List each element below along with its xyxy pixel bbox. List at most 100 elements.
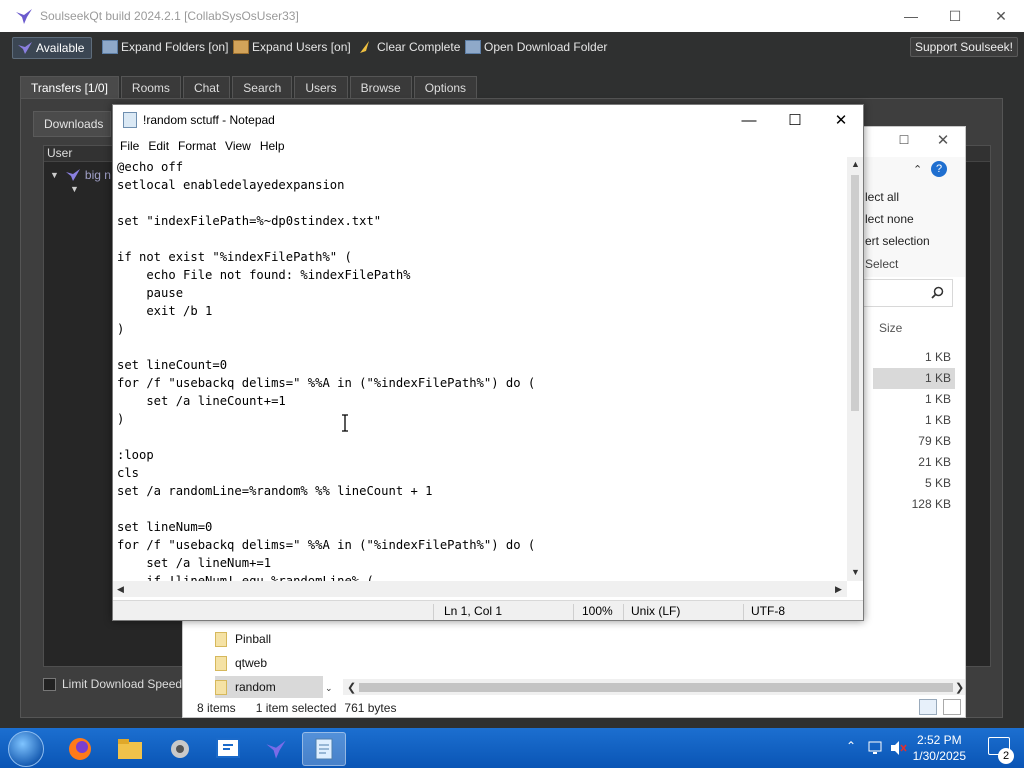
close-button[interactable]: ✕ [978,0,1024,32]
tab-search[interactable]: Search [232,76,293,98]
menu-file[interactable]: File [120,139,139,153]
expand-arrow-icon[interactable]: ▼ [70,184,79,194]
maximize-button[interactable]: ☐ [772,105,818,135]
tab-transfers[interactable]: Transfers [1/0] [20,76,119,98]
large-icons-view-icon[interactable] [943,699,961,715]
editor-line[interactable]: :loop [117,446,847,464]
clock[interactable]: 2:52 PM 1/30/2025 [913,732,966,764]
vertical-scroll-thumb[interactable] [851,175,859,411]
file-size[interactable]: 1 KB [873,389,955,410]
scroll-left-icon[interactable]: ◀ [117,584,124,595]
limit-speed-checkbox[interactable] [43,677,56,691]
minimize-button[interactable]: — [888,0,934,32]
editor-line[interactable] [117,194,847,212]
editor-line[interactable]: ) [117,410,847,428]
firefox-icon[interactable] [58,732,102,766]
minimize-button[interactable]: — [726,105,772,135]
editor-line[interactable]: set "indexFilePath=%~dp0stindex.txt" [117,212,847,230]
column-size[interactable]: Size [879,321,902,335]
clear-complete-label: Clear Complete [377,40,461,54]
scroll-down-icon[interactable]: ▼ [851,567,860,577]
editor-line[interactable]: setlocal enabledelayedexpansion [117,176,847,194]
file-explorer-icon[interactable] [108,732,152,766]
show-hidden-icons-icon[interactable]: ⌃ [846,739,856,753]
file-size[interactable]: 21 KB [873,452,955,473]
maximize-button[interactable]: ☐ [892,133,916,153]
scroll-down-icon[interactable]: ⌄ [325,683,333,694]
text-editor[interactable]: @echo off setlocal enabledelayedexpansion… [113,157,847,585]
file-size[interactable]: 1 KB [873,368,955,389]
available-button[interactable]: Available [12,37,92,59]
editor-line[interactable]: if not exist "%indexFilePath%" ( [117,248,847,266]
menu-edit[interactable]: Edit [148,139,169,153]
tab-users[interactable]: Users [294,76,348,98]
editor-content[interactable]: @echo off setlocal enabledelayedexpansion… [113,157,847,585]
file-size[interactable]: 1 KB [873,347,955,368]
start-button[interactable] [8,731,44,767]
editor-line[interactable]: for /f "usebackq delims=" %%A in ("%inde… [117,374,847,392]
scroll-right-icon[interactable]: ❯ [955,681,964,694]
expand-users-button[interactable]: Expand Users [on] [229,36,355,58]
editor-line[interactable] [117,230,847,248]
scroll-right-icon[interactable]: ▶ [835,584,842,595]
nav-item-pinball[interactable]: Pinball [215,628,271,650]
menu-format[interactable]: Format [178,139,216,153]
search-box[interactable] [863,279,953,307]
editor-line[interactable] [117,338,847,356]
nav-item-random[interactable]: random [215,676,323,698]
editor-line[interactable]: set lineCount=0 [117,356,847,374]
remote-app-icon[interactable] [206,732,250,766]
select-all-button[interactable]: lect all [865,190,899,204]
tab-options[interactable]: Options [413,76,478,98]
maximize-button[interactable]: ☐ [932,0,978,32]
limit-download-speed[interactable]: Limit Download Speed to [43,677,195,691]
editor-line[interactable]: set lineNum=0 [117,518,847,536]
editor-line[interactable]: @echo off [117,158,847,176]
scroll-left-icon[interactable]: ❮ [347,681,356,694]
editor-line[interactable] [117,500,847,518]
file-size[interactable]: 79 KB [873,431,955,452]
editor-line[interactable]: set /a randomLine=%random% %% lineCount … [117,482,847,500]
horizontal-scrollbar[interactable] [113,581,847,597]
notepad-icon[interactable] [302,732,346,766]
volume-muted-icon[interactable] [890,740,908,756]
menu-help[interactable]: Help [260,139,285,153]
editor-line[interactable]: ) [117,320,847,338]
details-view-icon[interactable] [919,699,937,715]
editor-line[interactable]: set /a lineNum+=1 [117,554,847,572]
tab-downloads[interactable]: Downloads [33,111,111,137]
close-button[interactable]: ✕ [818,105,864,135]
editor-line[interactable]: pause [117,284,847,302]
tab-chat[interactable]: Chat [182,76,231,98]
nav-item-qtweb[interactable]: qtweb [215,652,267,674]
editor-line[interactable]: set /a lineCount+=1 [117,392,847,410]
tab-browse[interactable]: Browse [349,76,412,98]
expand-arrow-icon[interactable]: ▼ [50,170,59,180]
soulseek-icon[interactable] [254,732,298,766]
invert-selection-button[interactable]: ert selection [865,234,930,248]
select-none-button[interactable]: lect none [865,212,914,226]
settings-icon[interactable] [158,732,202,766]
editor-line[interactable]: cls [117,464,847,482]
network-icon[interactable] [868,740,886,756]
file-size[interactable]: 1 KB [873,410,955,431]
file-size[interactable]: 128 KB [873,494,955,515]
collapse-ribbon-icon[interactable]: ⌃ [913,163,922,176]
file-size[interactable]: 5 KB [873,473,955,494]
editor-line[interactable]: exit /b 1 [117,302,847,320]
text-cursor-icon [342,414,348,432]
open-download-folder-button[interactable]: Open Download Folder [461,36,611,58]
close-button[interactable]: ✕ [931,131,955,151]
help-icon[interactable]: ? [931,161,947,177]
horizontal-scroll-thumb[interactable] [359,683,953,692]
support-soulseek-button[interactable]: Support Soulseek! [909,37,1018,57]
editor-line[interactable] [117,428,847,446]
tab-rooms[interactable]: Rooms [120,76,181,98]
editor-line[interactable]: for /f "usebackq delims=" %%A in ("%inde… [117,536,847,554]
editor-line[interactable]: echo File not found: %indexFilePath% [117,266,847,284]
download-row[interactable]: ▼ big n [50,168,111,182]
menu-view[interactable]: View [225,139,251,153]
expand-folders-button[interactable]: Expand Folders [on] [98,36,232,58]
scroll-up-icon[interactable]: ▲ [851,159,860,169]
clear-complete-button[interactable]: Clear Complete [354,36,464,58]
